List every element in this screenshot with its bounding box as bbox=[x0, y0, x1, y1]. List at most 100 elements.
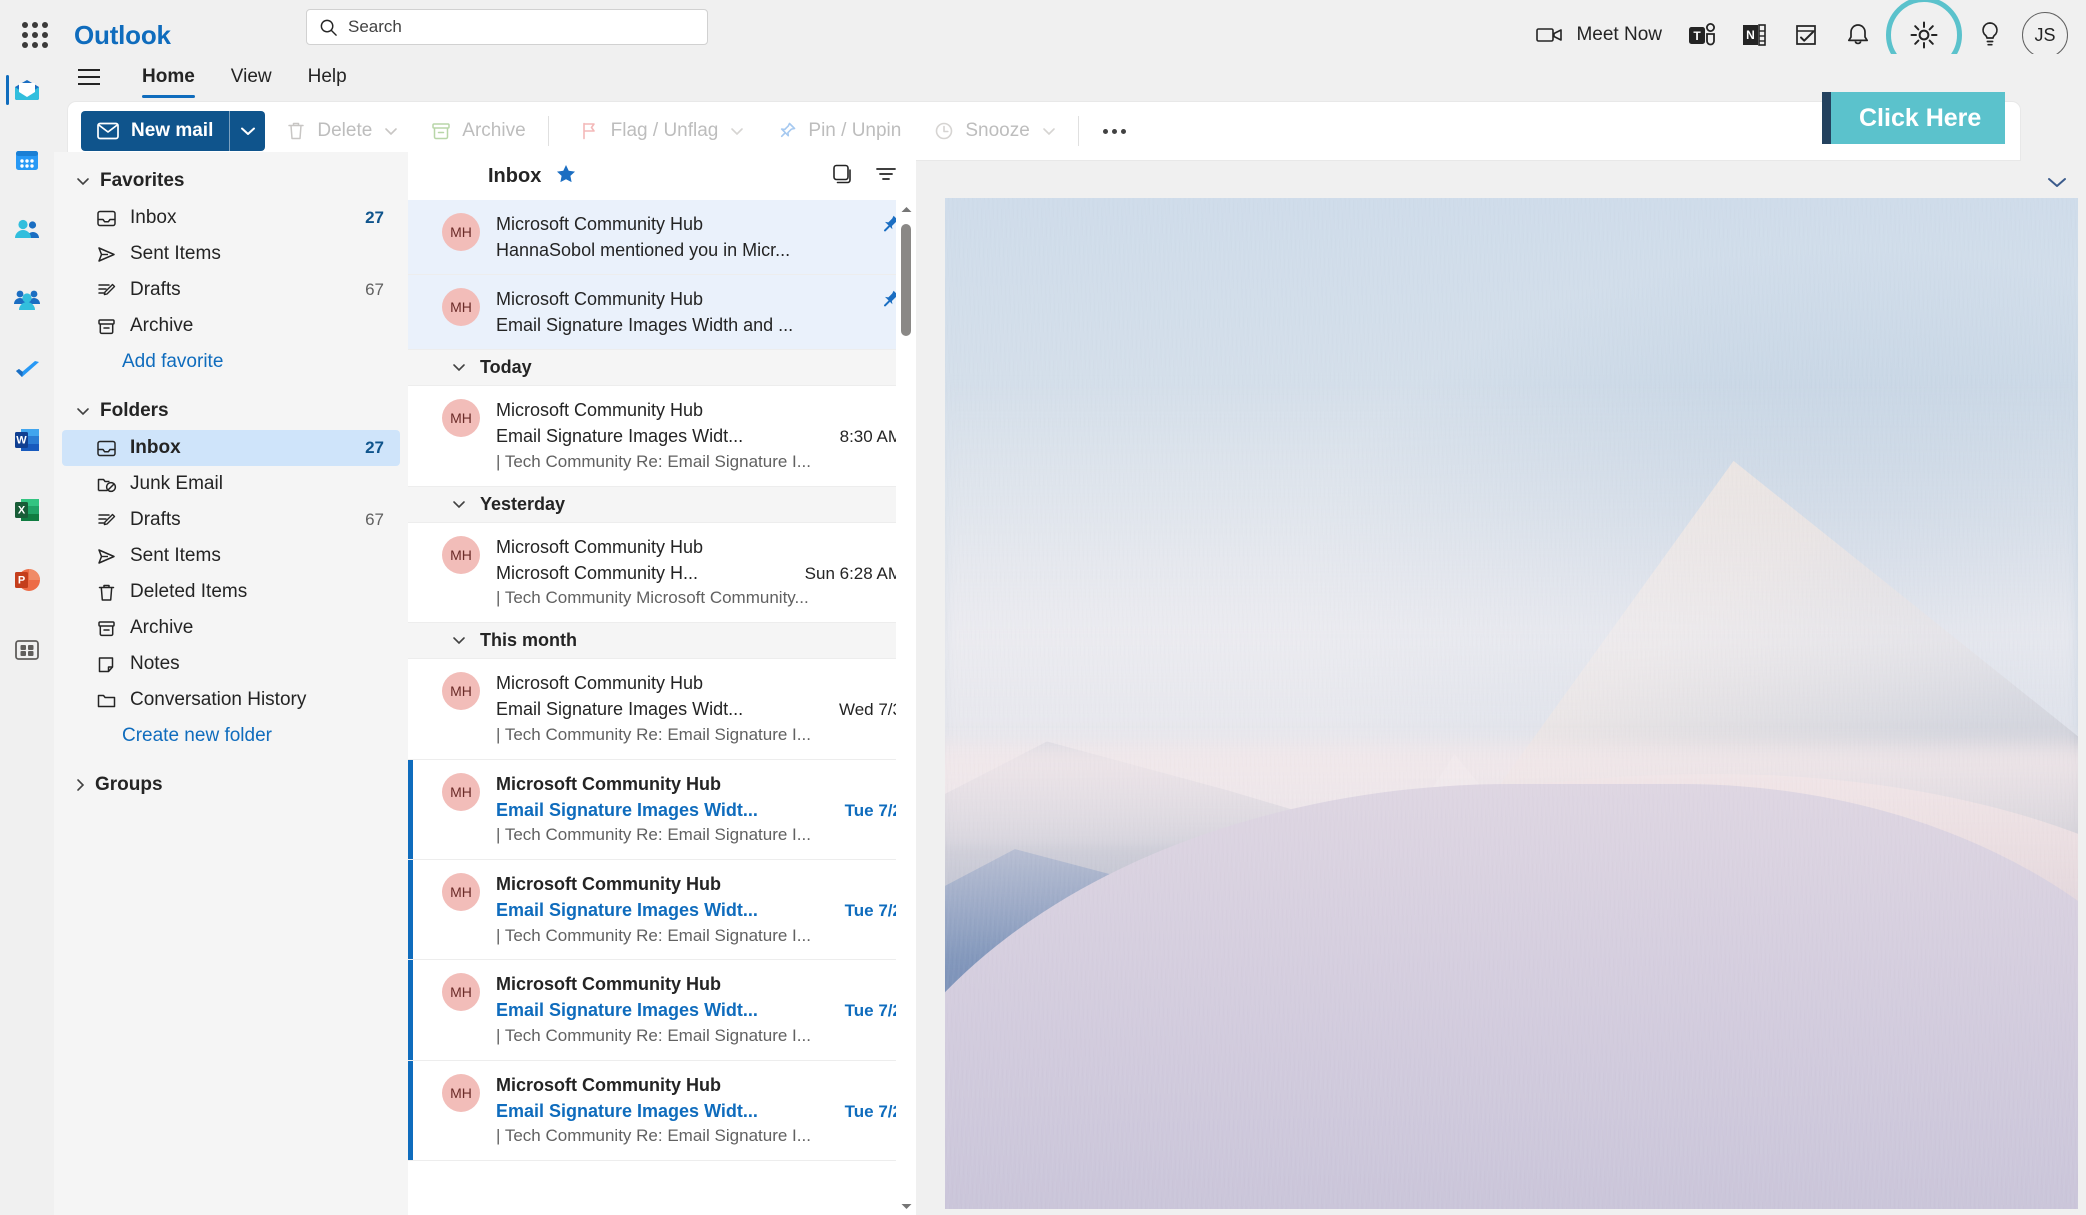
snooze-button[interactable]: Snooze bbox=[921, 111, 1067, 151]
tab-home[interactable]: Home bbox=[124, 54, 213, 100]
create-new-folder-link[interactable]: Create new folder bbox=[54, 718, 408, 754]
avatar: MH bbox=[442, 535, 480, 574]
message-subject: Email Signature Images Widt... bbox=[496, 1100, 758, 1121]
trash-icon bbox=[96, 582, 122, 603]
avatar: MH bbox=[442, 772, 480, 811]
add-favorite-link[interactable]: Add favorite bbox=[54, 344, 408, 380]
flag-icon bbox=[582, 122, 595, 140]
message-row[interactable]: MH Microsoft Community Hub Email Signatu… bbox=[408, 859, 916, 961]
search-input[interactable] bbox=[348, 17, 695, 37]
archive-icon bbox=[96, 618, 122, 639]
message-subject: Email Signature Images Widt... bbox=[496, 426, 744, 447]
folder-icon bbox=[96, 690, 122, 711]
lightbulb-icon[interactable] bbox=[1964, 11, 2016, 59]
folder-sent-items[interactable]: Sent Items bbox=[62, 538, 400, 574]
menu-hamburger-icon[interactable] bbox=[68, 56, 110, 98]
message-row[interactable]: MH Microsoft Community Hub Microsoft Com… bbox=[408, 522, 916, 624]
scrollbar-track[interactable] bbox=[896, 218, 916, 1197]
message-row[interactable]: MH Microsoft Community Hub Email Signatu… bbox=[408, 386, 916, 487]
drafts-icon bbox=[96, 280, 122, 301]
archive-button[interactable]: Archive bbox=[418, 111, 537, 151]
message-preview: | Tech Community Re: Email Signature I..… bbox=[496, 1025, 811, 1045]
rail-item-apps[interactable] bbox=[0, 624, 54, 676]
click-here-callout[interactable]: Click Here bbox=[1822, 92, 2006, 144]
group-header-this-month[interactable]: This month bbox=[408, 623, 916, 660]
rail-item-todo[interactable] bbox=[0, 344, 54, 396]
svg-text:P: P bbox=[18, 575, 25, 587]
onenote-icon[interactable]: N bbox=[1728, 11, 1780, 59]
message-date: Tue 7/2 bbox=[844, 1101, 902, 1121]
message-row[interactable]: MH Microsoft Community Hub Email Signatu… bbox=[408, 960, 916, 1061]
folder-drafts-label: Drafts bbox=[130, 509, 181, 530]
reading-pane[interactable] bbox=[945, 198, 2078, 1209]
rail-item-excel[interactable]: X bbox=[0, 484, 54, 536]
folders-section-header[interactable]: Folders bbox=[54, 392, 408, 430]
groups-section-header[interactable]: Groups bbox=[54, 766, 408, 804]
favorite-drafts[interactable]: Drafts 67 bbox=[62, 272, 400, 308]
more-options-button[interactable] bbox=[1089, 111, 1140, 151]
pin-unpin-button[interactable]: Pin / Unpin bbox=[764, 111, 913, 151]
message-list-scrollbar[interactable] bbox=[896, 200, 916, 1215]
ribbon-collapse-button[interactable] bbox=[2046, 176, 2068, 194]
message-preview: | Tech Community Re: Email Signature I..… bbox=[496, 452, 811, 472]
tasks-icon[interactable] bbox=[1780, 11, 1832, 59]
folder-inbox-label: Inbox bbox=[130, 437, 181, 458]
group-header-today[interactable]: Today bbox=[408, 350, 916, 387]
folder-conversation-history[interactable]: Conversation History bbox=[62, 682, 400, 718]
folder-inbox[interactable]: Inbox 27 bbox=[62, 430, 400, 466]
rail-item-word[interactable]: W bbox=[0, 414, 54, 466]
envelope-icon bbox=[97, 122, 119, 140]
conversation-view-icon[interactable] bbox=[830, 162, 854, 191]
message-row-pinned-1[interactable]: MH Microsoft Community Hub HannaSobol me… bbox=[408, 200, 916, 276]
pin-icon bbox=[781, 122, 796, 138]
message-date: Tue 7/2 bbox=[844, 900, 902, 920]
rail-item-calendar[interactable] bbox=[0, 134, 54, 186]
inbox-icon bbox=[96, 438, 122, 459]
scrollbar-thumb[interactable] bbox=[901, 224, 911, 336]
rail-item-groups[interactable] bbox=[0, 274, 54, 326]
favorite-inbox[interactable]: Inbox 27 bbox=[62, 200, 400, 236]
message-preview: | Tech Community Re: Email Signature I..… bbox=[496, 825, 811, 845]
rail-item-mail[interactable] bbox=[0, 64, 54, 116]
favorite-sent-items[interactable]: Sent Items bbox=[62, 236, 400, 272]
scroll-down-arrow-icon[interactable] bbox=[900, 1197, 913, 1215]
rail-item-powerpoint[interactable]: P bbox=[0, 554, 54, 606]
flag-unflag-button[interactable]: Flag / Unflag bbox=[567, 111, 757, 151]
avatar[interactable]: JS bbox=[2022, 12, 2068, 58]
teams-icon[interactable]: T bbox=[1676, 11, 1728, 59]
folder-deleted-items[interactable]: Deleted Items bbox=[62, 574, 400, 610]
group-header-yesterday[interactable]: Yesterday bbox=[408, 486, 916, 523]
scroll-up-arrow-icon[interactable] bbox=[900, 200, 913, 218]
rail-item-people[interactable] bbox=[0, 204, 54, 256]
tab-help[interactable]: Help bbox=[290, 54, 365, 100]
favorite-archive-label: Archive bbox=[130, 315, 194, 336]
avatar: MH bbox=[442, 672, 480, 711]
message-subject: Email Signature Images Widt... bbox=[496, 1000, 758, 1021]
folder-notes[interactable]: Notes bbox=[62, 646, 400, 682]
search-box[interactable] bbox=[306, 9, 708, 45]
favorites-section-header[interactable]: Favorites bbox=[54, 162, 408, 200]
folder-junk-email[interactable]: Junk Email bbox=[62, 466, 400, 502]
meet-now-button[interactable]: Meet Now bbox=[1522, 11, 1676, 59]
chevron-down-icon bbox=[453, 364, 465, 372]
brand-title[interactable]: Outlook bbox=[74, 20, 171, 51]
message-row[interactable]: MH Microsoft Community Hub Email Signatu… bbox=[408, 659, 916, 760]
folder-drafts[interactable]: Drafts 67 bbox=[62, 502, 400, 538]
message-date: Wed 7/3 bbox=[838, 700, 902, 720]
folder-archive[interactable]: Archive bbox=[62, 610, 400, 646]
message-row[interactable]: MH Microsoft Community Hub Email Signatu… bbox=[408, 1060, 916, 1161]
folder-sent-items-label: Sent Items bbox=[130, 545, 221, 566]
new-mail-button[interactable]: New mail bbox=[81, 111, 266, 151]
star-icon[interactable] bbox=[555, 163, 577, 190]
message-row-pinned-2[interactable]: MH Microsoft Community Hub Email Signatu… bbox=[408, 275, 916, 351]
delete-button[interactable]: Delete bbox=[273, 111, 410, 151]
filter-icon[interactable] bbox=[874, 163, 898, 190]
message-row[interactable]: MH Microsoft Community Hub Email Signatu… bbox=[408, 759, 916, 860]
new-mail-dropdown[interactable] bbox=[229, 111, 266, 151]
message-preview: | Tech Community Microsoft Community... bbox=[496, 588, 809, 608]
bell-icon[interactable] bbox=[1832, 11, 1884, 59]
app-launcher-icon[interactable] bbox=[13, 13, 57, 57]
send-icon bbox=[96, 546, 122, 567]
favorite-archive[interactable]: Archive bbox=[62, 308, 400, 344]
tab-view[interactable]: View bbox=[213, 54, 290, 100]
